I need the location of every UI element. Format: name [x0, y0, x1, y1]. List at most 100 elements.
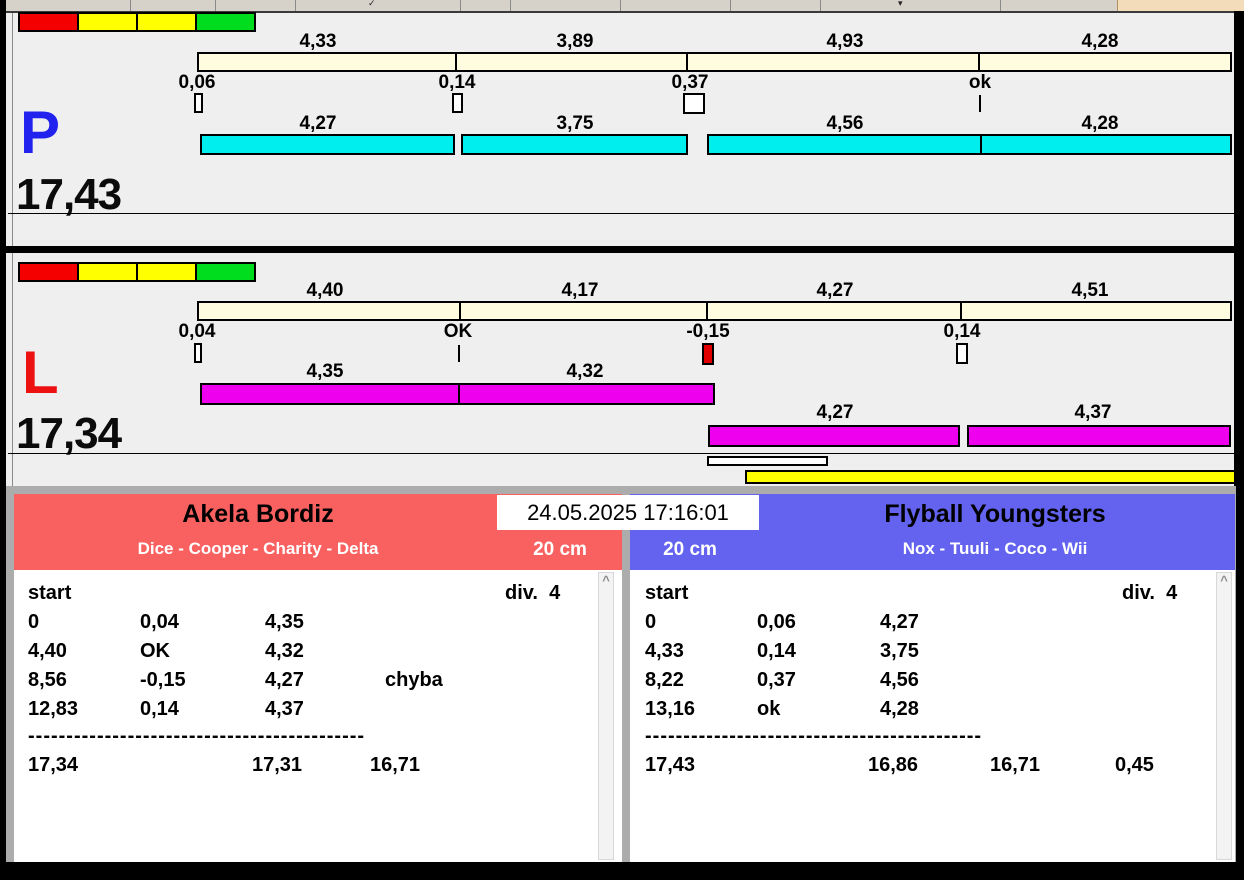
- table-start-label: start: [645, 582, 689, 604]
- p-cross-marker: [452, 93, 463, 113]
- l-run-time: 4,37: [1074, 402, 1112, 423]
- p-cross-time: 0,06: [178, 72, 216, 93]
- toolbar-divider: [730, 0, 731, 11]
- p-run-bar: [200, 134, 455, 155]
- team-left-dogs: Dice - Cooper - Charity - Delta: [137, 539, 379, 558]
- table-total: 17,34: [28, 754, 79, 776]
- p-cross-time: 0,14: [438, 72, 476, 93]
- table-separator: ----------------------------------------…: [28, 725, 366, 747]
- table-cell: 4,40: [28, 640, 67, 662]
- light-yellow-icon: [136, 264, 195, 280]
- l-total-time: 17,34: [16, 409, 122, 458]
- team-right-jump-height: 20 cm: [663, 539, 717, 560]
- l-cross-time: 0,04: [178, 321, 216, 342]
- l-cross-time: OK: [443, 321, 473, 342]
- lane-l-letter: L: [22, 339, 59, 406]
- bar-divider: [686, 52, 688, 72]
- light-green-icon: [195, 264, 254, 280]
- lane-divider: [6, 246, 1236, 253]
- table-cell: 13,16: [645, 698, 696, 720]
- check-icon: ✓: [368, 0, 376, 8]
- p-run-time: 3,75: [556, 113, 594, 134]
- start-lights-l: [18, 262, 256, 282]
- team-right-table: [630, 570, 1235, 862]
- p-run-bar: [461, 134, 688, 155]
- p-run-bar: [707, 134, 982, 155]
- start-lights-p: [18, 12, 256, 32]
- scroll-up-icon[interactable]: ^: [599, 573, 613, 588]
- team-right-table-scrollbar[interactable]: ^: [1216, 572, 1232, 860]
- l-run-bar: [458, 383, 715, 405]
- light-red-icon: [20, 264, 77, 280]
- l-scale-bar: [197, 301, 1232, 321]
- table-separator: ----------------------------------------…: [645, 725, 983, 747]
- table-cell: 8,56: [28, 669, 67, 691]
- p-cross-marker: [194, 93, 203, 113]
- table-total: 17,43: [645, 754, 696, 776]
- toolbar-divider: [130, 0, 131, 11]
- toolbar-beige-panel: [1117, 0, 1244, 11]
- table-total: 17,31: [252, 754, 303, 776]
- scroll-up-icon[interactable]: ^: [1217, 573, 1231, 588]
- bottom-black-strip: [0, 862, 1244, 880]
- p-split-time: 4,93: [826, 31, 864, 52]
- l-run-bar: [200, 383, 460, 405]
- bar-divider: [459, 301, 461, 321]
- p-run-time: 4,28: [1081, 113, 1119, 134]
- team-left-table-scrollbar[interactable]: ^: [598, 572, 614, 860]
- p-run-bar: [980, 134, 1232, 155]
- table-cell: 12,83: [28, 698, 79, 720]
- dropdown-arrow-icon: ▾: [898, 0, 903, 8]
- l-fault-marker: [702, 343, 714, 365]
- p-run-time: 4,27: [299, 113, 337, 134]
- table-cell: OK: [140, 640, 170, 662]
- table-cell: 0: [28, 611, 40, 633]
- l-run-time: 4,35: [306, 361, 344, 382]
- table-start-label: start: [28, 582, 72, 604]
- l-cross-marker: [956, 343, 968, 364]
- table-cell: 4,27: [880, 611, 919, 633]
- table-total: 16,71: [990, 754, 1041, 776]
- toolbar-strip[interactable]: ✓ ▾: [0, 0, 1244, 11]
- bar-divider: [455, 52, 457, 72]
- table-cell: -0,15: [140, 669, 186, 691]
- team-left-jump-height: 20 cm: [533, 539, 587, 560]
- section-line: [8, 453, 1234, 454]
- l-cross-time: 0,14: [943, 321, 981, 342]
- table-div-label: div. 4: [1122, 582, 1178, 604]
- team-right-dogs: Nox - Tuuli - Coco - Wii: [902, 539, 1088, 558]
- toolbar-divider: [510, 0, 511, 11]
- table-cell: ok: [757, 698, 781, 720]
- l-split-time: 4,51: [1071, 280, 1109, 301]
- table-cell: 8,22: [645, 669, 684, 691]
- toolbar-divider: [295, 0, 296, 11]
- p-scale-bar: [197, 52, 1232, 72]
- l-cross-marker: [458, 345, 460, 362]
- table-cell: 4,27: [265, 669, 304, 691]
- team-right-name: Flyball Youngsters: [884, 500, 1106, 528]
- l-split-time: 4,17: [561, 280, 599, 301]
- p-split-time: 4,33: [299, 31, 337, 52]
- light-yellow-icon: [136, 14, 195, 30]
- l-progress-bar-yellow: [745, 470, 1236, 484]
- bar-divider: [706, 301, 708, 321]
- l-split-time: 4,40: [306, 280, 344, 301]
- light-yellow-icon: [77, 264, 136, 280]
- table-cell: 4,35: [265, 611, 304, 633]
- light-green-icon: [195, 14, 254, 30]
- lane-p-letter: P: [20, 99, 61, 166]
- section-line: [8, 213, 1234, 214]
- p-split-time: 3,89: [556, 31, 594, 52]
- l-run-time: 4,32: [566, 361, 604, 382]
- l-split-time: 4,27: [816, 280, 854, 301]
- l-run-bar: [708, 425, 960, 447]
- table-div-label: div. 4: [505, 582, 561, 604]
- table-cell: 0,14: [757, 640, 796, 662]
- table-total: 16,86: [868, 754, 919, 776]
- light-yellow-icon: [77, 14, 136, 30]
- table-cell: 3,75: [880, 640, 919, 662]
- l-cross-marker: [194, 343, 202, 363]
- p-cross-marker: [979, 95, 981, 112]
- l-progress-bar-white: [707, 456, 828, 466]
- table-cell: 4,37: [265, 698, 304, 720]
